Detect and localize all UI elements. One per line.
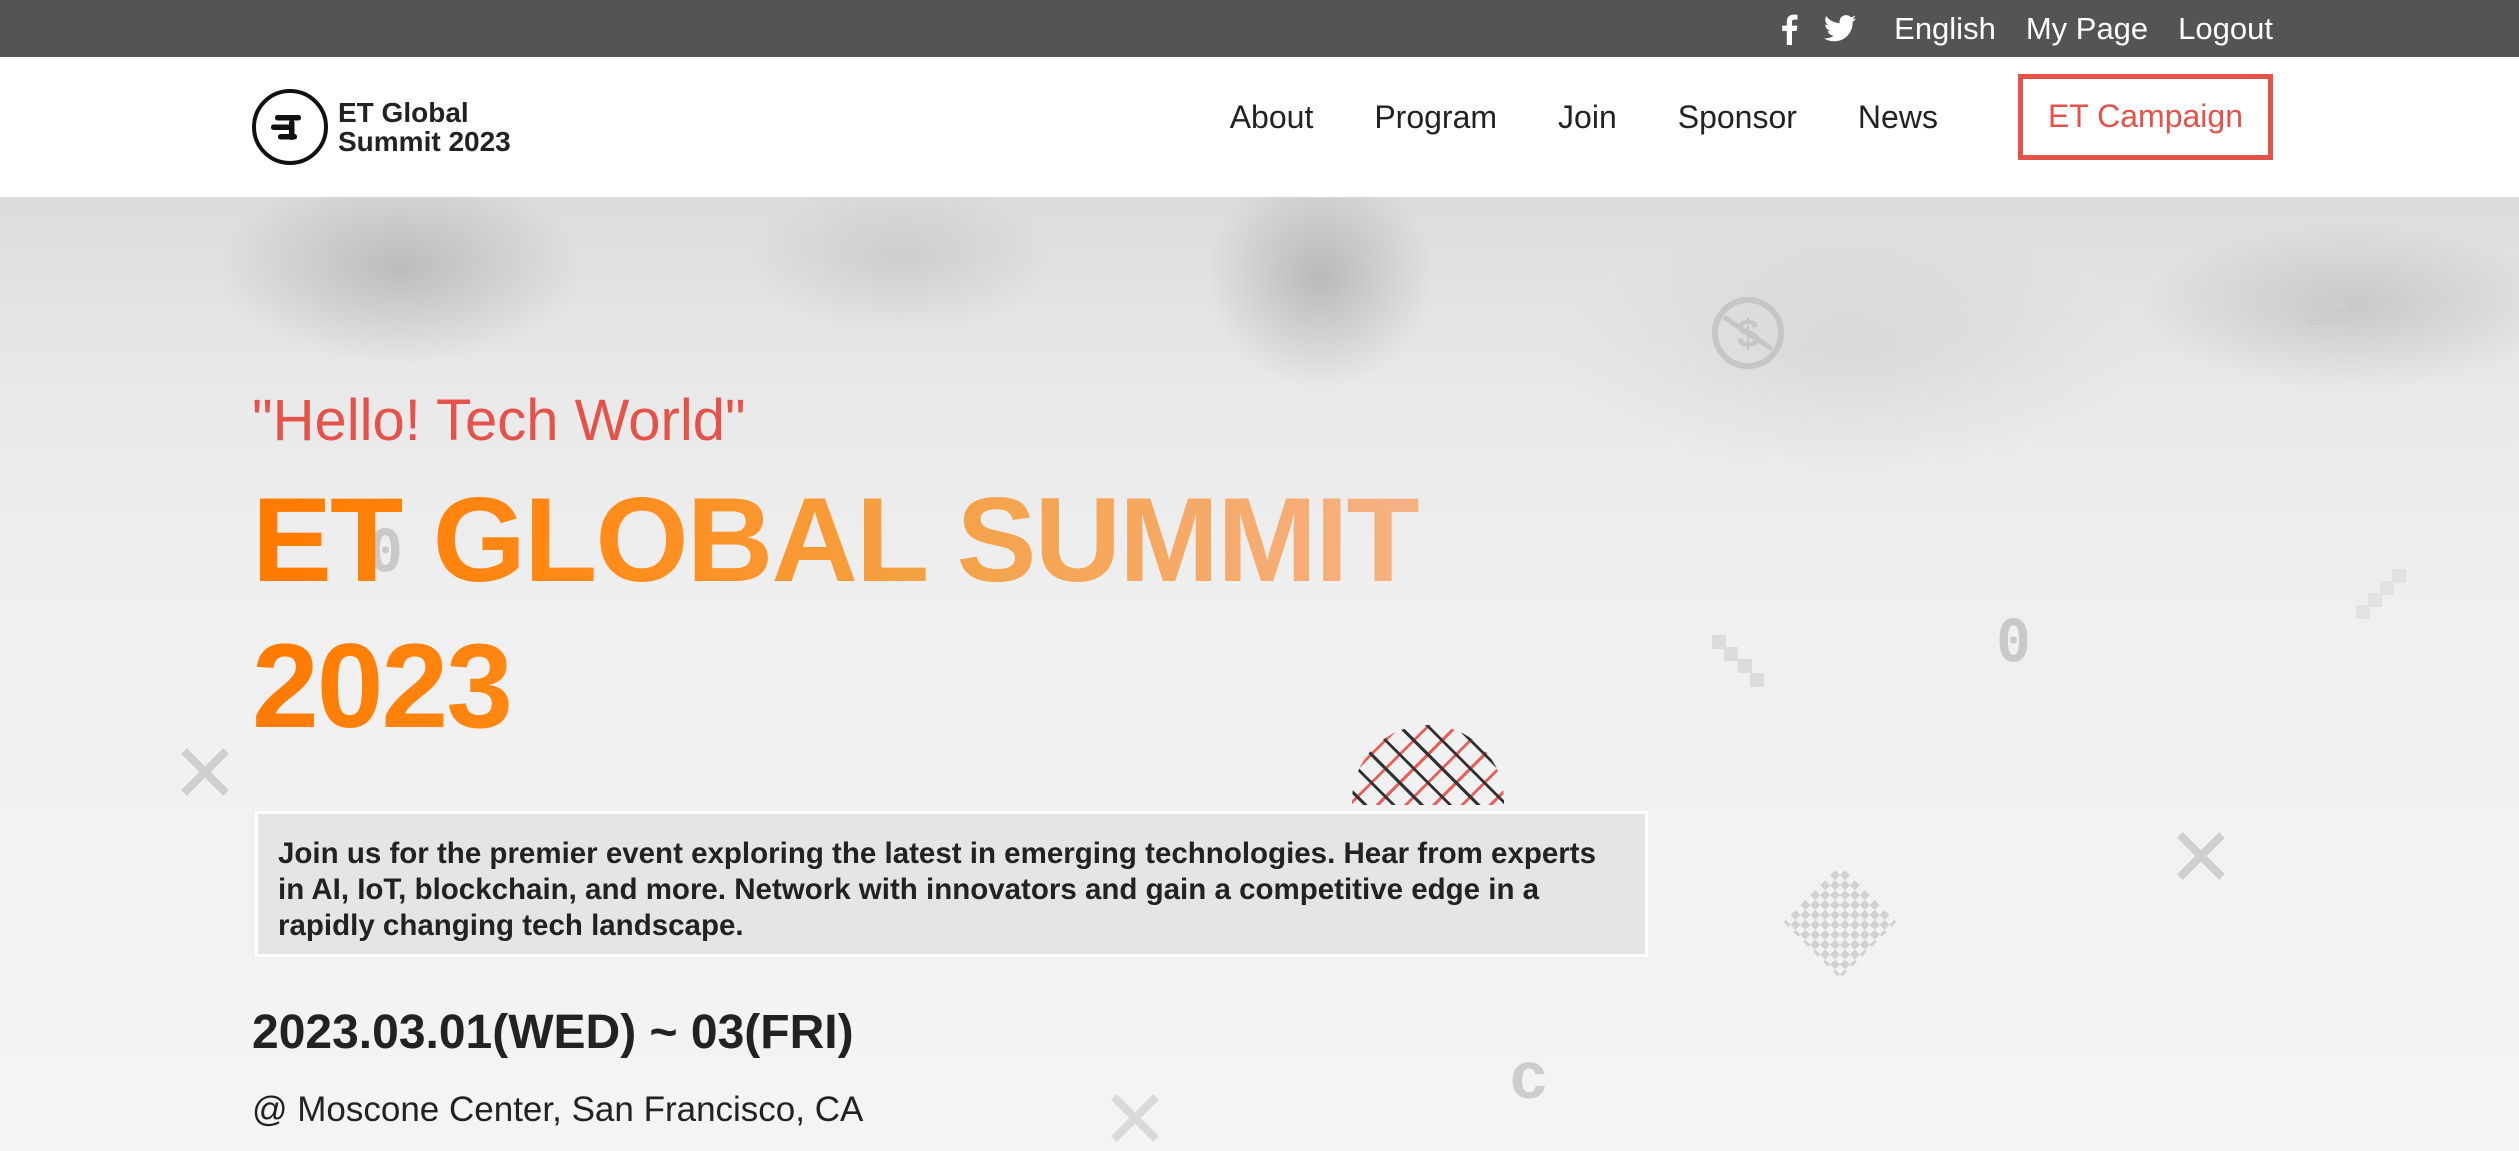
hero-section: $ 0 0 c "Hello! Tech World" ET GLOBAL SU… bbox=[0, 197, 2519, 1151]
nav-news[interactable]: News bbox=[1858, 99, 1938, 136]
checker-diamond-icon bbox=[1783, 865, 1897, 979]
c-glyph-icon: c bbox=[1510, 1038, 1547, 1112]
hero-title-line2: 2023 bbox=[252, 619, 511, 753]
main-nav: About Program Join Sponsor News ET Campa… bbox=[1169, 74, 2273, 160]
pixel-steps-icon bbox=[1712, 635, 1764, 687]
language-link[interactable]: English bbox=[1894, 11, 1996, 47]
nav-join[interactable]: Join bbox=[1558, 99, 1617, 136]
equals-icon bbox=[2306, 301, 2350, 325]
zero-glyph-icon: 0 bbox=[1996, 607, 2031, 675]
utility-links: English My Page Logout bbox=[1780, 0, 2273, 57]
twitter-icon[interactable] bbox=[1824, 15, 1857, 42]
event-venue: @ Moscone Center, San Francisco, CA bbox=[252, 1090, 864, 1129]
hero-intro-box: Join us for the premier event exploring … bbox=[255, 811, 1648, 957]
logout-link[interactable]: Logout bbox=[2178, 11, 2273, 47]
nav-sponsor[interactable]: Sponsor bbox=[1678, 99, 1797, 136]
hero-title: ET GLOBAL SUMMIT 2023 bbox=[252, 467, 1452, 759]
event-dates: 2023.03.01(WED) ~ 03(FRI) bbox=[252, 1006, 854, 1059]
nav-program[interactable]: Program bbox=[1374, 99, 1497, 136]
top-utility-bar: English My Page Logout bbox=[0, 0, 2519, 57]
logo-text: ET Global Summit 2023 bbox=[338, 98, 511, 156]
my-page-link[interactable]: My Page bbox=[2026, 11, 2148, 47]
site-logo[interactable]: ET Global Summit 2023 bbox=[252, 78, 511, 176]
facebook-icon[interactable] bbox=[1780, 13, 1798, 45]
site-header: ET Global Summit 2023 About Program Join… bbox=[0, 57, 2519, 197]
logo-text-line1: ET Global bbox=[338, 97, 469, 128]
nav-about[interactable]: About bbox=[1230, 99, 1314, 136]
dollar-coin-icon: $ bbox=[1712, 297, 1784, 369]
et-campaign-button[interactable]: ET Campaign bbox=[2017, 74, 2273, 160]
x-mark-icon bbox=[181, 748, 229, 796]
logo-mark-icon bbox=[252, 89, 328, 165]
pixel-steps-icon bbox=[2356, 569, 2406, 619]
logo-text-line2: Summit 2023 bbox=[338, 126, 511, 157]
hero-tagline: "Hello! Tech World" bbox=[252, 388, 746, 453]
social-links bbox=[1780, 13, 1857, 45]
x-mark-icon bbox=[2177, 832, 2225, 880]
x-mark-icon bbox=[1111, 1094, 1159, 1142]
hero-title-line1: ET GLOBAL SUMMIT bbox=[252, 473, 1418, 607]
